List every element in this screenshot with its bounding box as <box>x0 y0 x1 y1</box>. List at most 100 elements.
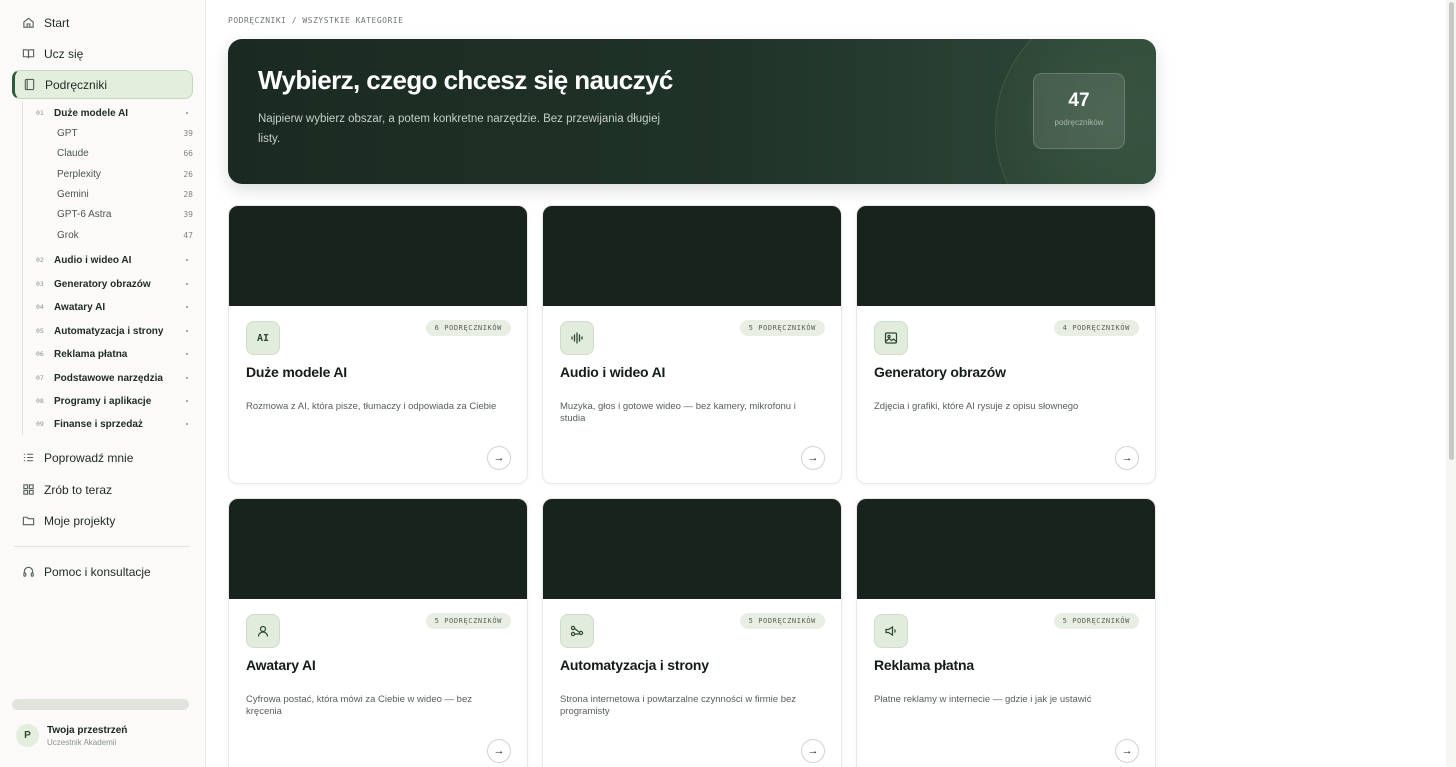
nav-guide-me[interactable]: Poprowadź mnie <box>12 443 193 472</box>
category-08[interactable]: 08 Programy i aplikacje <box>36 393 192 409</box>
category-04[interactable]: 04 Awatary AI <box>36 299 192 315</box>
hero-banner: Wybierz, czego chcesz się nauczyć Najpie… <box>228 39 1156 184</box>
category-card-automation[interactable]: 5 PODRĘCZNIKÓW Automatyzacja i strony St… <box>542 498 842 767</box>
category-label: Audio i wideo AI <box>54 254 132 266</box>
subitem-count: 28 <box>183 189 193 199</box>
card-count-badge: 5 PODRĘCZNIKÓW <box>1053 613 1139 629</box>
tree-line <box>22 101 23 435</box>
nav-my-projects[interactable]: Moje projekty <box>12 506 193 535</box>
subitem-grok[interactable]: Grok 47 <box>57 228 193 242</box>
category-number: 03 <box>36 280 44 288</box>
scrollbar-thumb[interactable] <box>1449 2 1454 460</box>
subitem-count: 47 <box>183 230 193 240</box>
book-open-icon <box>21 47 35 61</box>
subitem-label: Claude <box>57 147 89 159</box>
nav-start[interactable]: Start <box>12 8 193 37</box>
user-profile[interactable]: P Twoja przestrzeń Uczestnik Akademii <box>16 724 127 747</box>
subitem-label: Perplexity <box>57 168 101 180</box>
category-number: 02 <box>36 256 44 264</box>
category-label: Generatory obrazów <box>54 278 151 290</box>
subitem-gpt[interactable]: GPT 39 <box>57 126 193 140</box>
category-number: 09 <box>36 420 44 428</box>
subitem-count: 66 <box>183 148 193 158</box>
nav-learn[interactable]: Ucz się <box>12 39 193 68</box>
category-07[interactable]: 07 Podstawowe narzędzia <box>36 370 192 386</box>
ai-text-icon: AI <box>246 321 280 355</box>
category-label: Automatyzacja i strony <box>54 325 164 337</box>
category-number: 05 <box>36 327 44 335</box>
category-card-llm[interactable]: AI 6 PODRĘCZNIKÓW Duże modele AI Rozmowa… <box>228 205 528 484</box>
card-count-badge: 4 PODRĘCZNIKÓW <box>1053 320 1139 336</box>
page-subtitle: Najpierw wybierz obszar, a potem konkret… <box>258 113 661 145</box>
megaphone-icon <box>874 614 908 648</box>
card-description: Cyfrowa postać, która mówi za Ciebie w w… <box>246 694 472 717</box>
chevron-icon <box>186 330 188 332</box>
card-count-badge: 5 PODRĘCZNIKÓW <box>739 320 825 336</box>
category-03[interactable]: 03 Generatory obrazów <box>36 276 192 292</box>
chevron-icon <box>186 283 188 285</box>
card-title: Reklama płatna <box>874 657 974 673</box>
list-icon <box>21 451 35 465</box>
category-number: 08 <box>36 397 44 405</box>
nav-handbooks[interactable]: Podręczniki <box>12 70 193 99</box>
card-banner <box>229 499 527 599</box>
chevron-icon <box>186 377 188 379</box>
card-title: Audio i wideo AI <box>560 364 666 380</box>
category-card-audio-video[interactable]: 5 PODRĘCZNIKÓW Audio i wideo AI Muzyka, … <box>542 205 842 484</box>
home-icon <box>21 16 35 30</box>
subitem-claude[interactable]: Claude 66 <box>57 146 193 160</box>
folder-icon <box>21 514 35 528</box>
category-09[interactable]: 09 Finanse i sprzedaż <box>36 416 192 432</box>
arrow-right-icon[interactable]: → <box>1115 446 1139 470</box>
profile-role: Uczestnik Akademii <box>47 737 117 747</box>
category-number: 07 <box>36 374 44 382</box>
arrow-right-icon[interactable]: → <box>1115 739 1139 763</box>
page-title: Wybierz, czego chcesz się nauczyć <box>258 65 673 95</box>
grid-icon <box>21 483 35 497</box>
nav-do-it-now-label: Zrób to teraz <box>44 482 113 497</box>
arrow-right-icon[interactable]: → <box>487 739 511 763</box>
category-card-avatars[interactable]: 5 PODRĘCZNIKÓW Awatary AI Cyfrowa postać… <box>228 498 528 767</box>
chevron-icon <box>186 353 188 355</box>
category-card-image-gen[interactable]: 4 PODRĘCZNIKÓW Generatory obrazów Zdjęci… <box>856 205 1156 484</box>
subitem-perplexity[interactable]: Perplexity 26 <box>57 167 193 181</box>
card-banner <box>543 499 841 599</box>
card-count-badge: 5 PODRĘCZNIKÓW <box>739 613 825 629</box>
arrow-right-icon[interactable]: → <box>801 739 825 763</box>
subitem-label: Gemini <box>57 188 89 200</box>
category-number: 04 <box>36 303 44 311</box>
image-icon <box>874 321 908 355</box>
audio-wave-icon <box>560 321 594 355</box>
arrow-right-icon[interactable]: → <box>487 446 511 470</box>
card-description: Zdjęcia i grafiki, które AI rysuje z opi… <box>874 401 1079 412</box>
category-number: 06 <box>36 350 44 358</box>
nav-do-it-now[interactable]: Zrób to teraz <box>12 475 193 504</box>
book-icon <box>22 78 36 92</box>
category-card-paid-ads[interactable]: 5 PODRĘCZNIKÓW Reklama płatna Płatne rek… <box>856 498 1156 767</box>
subitem-gemini[interactable]: Gemini 28 <box>57 187 193 201</box>
category-label: Duże modele AI <box>54 107 129 119</box>
subitem-count: 39 <box>183 128 193 138</box>
card-title: Awatary AI <box>246 657 316 673</box>
subitem-count: 39 <box>183 209 193 219</box>
category-01[interactable]: 01 Duże modele AI <box>36 105 192 121</box>
card-title: Automatyzacja i strony <box>560 657 709 673</box>
nav-help[interactable]: Pomoc i konsultacje <box>12 557 193 586</box>
category-06[interactable]: 06 Reklama płatna <box>36 346 192 362</box>
avatar: P <box>16 724 39 747</box>
subitem-label: GPT-6 Astra <box>57 208 112 220</box>
nav-learn-label: Ucz się <box>44 46 84 61</box>
card-title: Generatory obrazów <box>874 364 1006 380</box>
arrow-right-icon[interactable]: → <box>801 446 825 470</box>
category-label: Reklama płatna <box>54 348 128 360</box>
chevron-icon <box>186 423 188 425</box>
breadcrumb: PODRĘCZNIKI / WSZYSTKIE KATEGORIE <box>228 16 404 25</box>
category-05[interactable]: 05 Automatyzacja i strony <box>36 323 192 339</box>
handbook-count-label: podręczników <box>1054 118 1104 127</box>
user-icon <box>246 614 280 648</box>
subitem-gpt6-astra[interactable]: GPT-6 Astra 39 <box>57 207 193 221</box>
card-banner <box>229 206 527 306</box>
category-02[interactable]: 02 Audio i wideo AI <box>36 252 192 268</box>
card-description: Muzyka, głos i gotowe wideo — bez kamery… <box>560 401 796 424</box>
card-banner <box>857 206 1155 306</box>
